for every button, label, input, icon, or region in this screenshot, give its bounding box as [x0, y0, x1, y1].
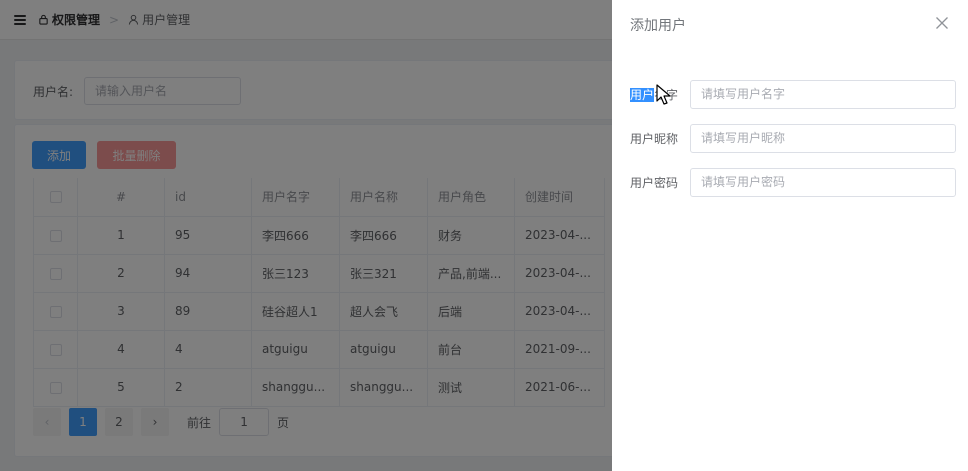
nickname-field-label: 用户昵称	[630, 131, 679, 146]
selected-label-text: 用户	[630, 87, 655, 102]
drawer-title: 添加用户	[630, 18, 686, 34]
password-field-label: 用户密码	[630, 175, 679, 190]
form-row-password: 用户密码	[630, 167, 956, 197]
form-row-nickname: 用户昵称	[630, 123, 956, 153]
close-icon[interactable]	[935, 16, 949, 30]
nickname-field[interactable]	[690, 123, 956, 153]
password-field[interactable]	[690, 167, 956, 197]
modal-overlay[interactable]	[0, 0, 612, 471]
add-user-drawer: 添加用户 用户名字 用户昵称 用户密码	[612, 0, 968, 471]
username-field[interactable]	[690, 79, 956, 109]
mouse-cursor-icon	[656, 84, 671, 105]
form-row-username: 用户名字	[630, 79, 956, 109]
